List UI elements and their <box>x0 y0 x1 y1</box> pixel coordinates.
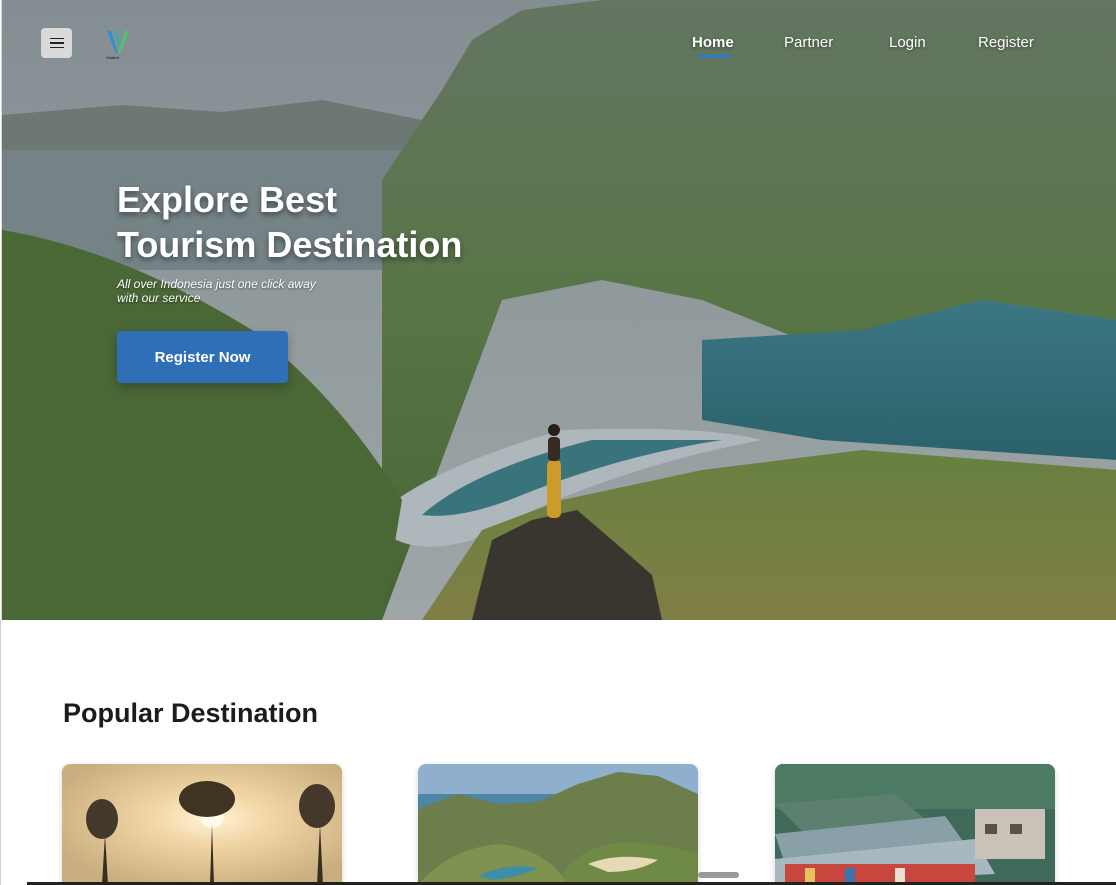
nav-login[interactable]: Login <box>889 34 926 51</box>
hero-subtitle-line-2: with our service <box>117 291 201 305</box>
popular-destination-title: Popular Destination <box>63 698 319 728</box>
hero-subtitle: All over Indonesia just one click away w… <box>117 277 377 305</box>
carousel-scroll-indicator[interactable] <box>698 872 739 878</box>
destination-image-island <box>418 764 698 885</box>
nav-register[interactable]: Register <box>978 34 1034 51</box>
destination-card-sunset[interactable] <box>62 764 342 885</box>
destination-image-sunset <box>62 764 342 885</box>
destination-image-village <box>775 764 1055 885</box>
nav-partner[interactable]: Partner <box>784 34 833 51</box>
hero-title-line-2: Tourism Destination <box>117 224 463 265</box>
destination-card-village[interactable] <box>775 764 1055 885</box>
nav-active-indicator <box>698 55 731 58</box>
destination-card-island[interactable] <box>418 764 698 885</box>
main-nav: Home Partner Login Register <box>2 34 1116 64</box>
hero-subtitle-line-1: All over Indonesia just one click away <box>117 277 316 291</box>
hero-title: Explore Best Tourism Destination <box>117 177 637 267</box>
hero-section: Visited Home Partner Login Register Expl… <box>1 0 1116 620</box>
hero-landscape-image <box>2 0 1116 620</box>
page-border <box>0 620 1 885</box>
hero-title-line-1: Explore Best <box>117 179 338 220</box>
register-now-button[interactable]: Register Now <box>117 331 288 383</box>
nav-home[interactable]: Home <box>692 34 734 51</box>
